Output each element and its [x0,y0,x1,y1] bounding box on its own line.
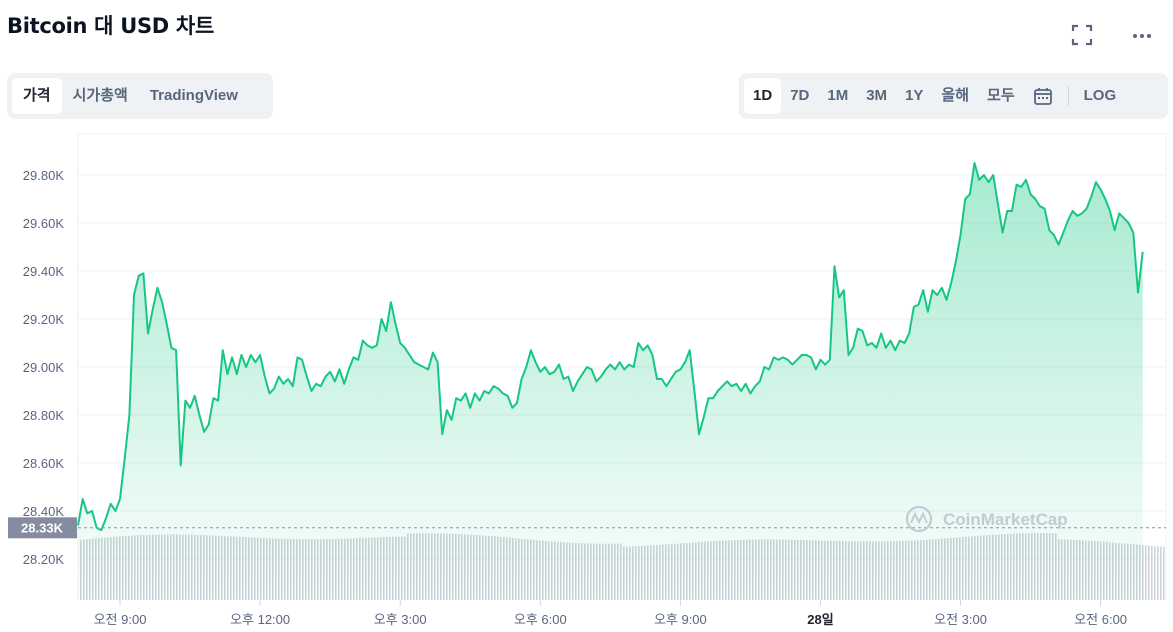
range-all[interactable]: 모두 [978,78,1024,114]
volume-bar [1151,545,1153,600]
range-3m[interactable]: 3M [857,78,896,114]
tab-tradingview[interactable]: TradingView [139,78,249,114]
volume-bar [1154,546,1156,600]
range-7d[interactable]: 7D [781,78,818,114]
calendar-icon[interactable] [1024,78,1062,114]
x-tick-label: 오후 9:00 [654,612,707,627]
x-tick-label: 28일 [807,612,833,627]
page-title: Bitcoin 대 USD 차트 [7,14,214,38]
price-area [78,163,1143,600]
price-chart: 28.20K 28.40K 28.60K 28.80K 29.00K 29.20K 29.4… [8,133,1167,627]
volume-bar [1157,546,1159,600]
range-tab-group: 1D 7D 1M 3M 1Y 올해 모두 LOG [739,73,1168,119]
x-tick-label: 오후 6:00 [514,612,567,627]
x-tick-label: 오후 12:00 [230,612,290,627]
more-dots-icon[interactable] [1129,22,1155,48]
y-tick-label: 29.40K [23,264,65,279]
log-toggle[interactable]: LOG [1075,78,1126,114]
y-tick-label: 28.40K [23,504,65,519]
range-1m[interactable]: 1M [818,78,857,114]
current-price-label: 28.33K [21,520,64,535]
range-1y[interactable]: 1Y [896,78,932,114]
divider [1067,86,1069,106]
volume-bar [1163,546,1165,600]
x-tick-label: 오전 9:00 [94,612,147,627]
current-price-badge: 28.33K [8,517,77,539]
x-tick-label: 오전 3:00 [934,612,987,627]
y-tick-label: 29.20K [23,312,65,327]
volume-bar [1148,545,1150,600]
y-tick-label: 28.80K [23,408,65,423]
x-tick-label: 오전 6:00 [1074,612,1127,627]
y-tick-label: 28.60K [23,456,65,471]
view-tab-group: 가격 시가총액 TradingView [7,73,273,119]
volume-bar [1160,546,1162,600]
x-tick-label: 오후 3:00 [374,612,427,627]
range-ytd[interactable]: 올해 [932,78,978,114]
tab-price[interactable]: 가격 [12,78,62,114]
volume-bar [1145,545,1147,600]
y-tick-label: 29.60K [23,216,65,231]
range-1d[interactable]: 1D [744,78,782,114]
watermark-text: CoinMarketCap [943,510,1068,529]
fullscreen-icon[interactable] [1069,22,1095,48]
y-tick-label: 28.20K [23,552,65,567]
tab-market-cap[interactable]: 시가총액 [62,78,139,114]
y-tick-label: 29.80K [23,168,65,183]
y-tick-label: 29.00K [23,360,65,375]
